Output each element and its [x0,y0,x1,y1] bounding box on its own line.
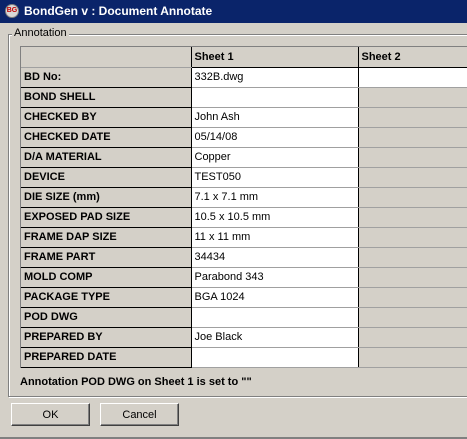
annotation-group-label: Annotation [12,27,69,39]
sheet-2-cell[interactable] [358,227,467,248]
table-row: BOND SHELL [21,87,467,108]
sheet-1-cell[interactable]: 7.1 x 7.1 mm [191,187,359,208]
sheet-2-cell[interactable] [358,87,467,108]
row-header[interactable]: POD DWG [21,307,192,328]
row-header[interactable]: BD No: [21,67,192,88]
row-header[interactable]: FRAME PART [21,247,192,268]
annotation-grid[interactable]: Sheet 1 Sheet 2 BD No: 332B.dwg BOND SHELL… [20,46,467,368]
row-header[interactable]: EXPOSED PAD SIZE [21,207,192,228]
table-row: EXPOSED PAD SIZE 10.5 x 10.5 mm [21,207,467,228]
table-row: PREPARED DATE [21,347,467,368]
row-header[interactable]: DEVICE [21,167,192,188]
row-header[interactable]: PREPARED BY [21,327,192,348]
row-header[interactable]: PACKAGE TYPE [21,287,192,308]
sheet-2-cell[interactable] [358,107,467,128]
title-bar[interactable]: BG BondGen v : Document Annotate [0,0,467,23]
row-header[interactable]: MOLD COMP [21,267,192,288]
sheet-2-cell[interactable] [358,327,467,348]
table-row: BD No: 332B.dwg [21,67,467,88]
sheet-1-cell[interactable]: 10.5 x 10.5 mm [191,207,359,228]
sheet-1-cell[interactable]: Parabond 343 [191,267,359,288]
table-row: PREPARED BY Joe Black [21,327,467,348]
sheet-1-cell[interactable]: Joe Black [191,327,359,348]
sheet-2-cell[interactable] [358,287,467,308]
grid-body: BD No: 332B.dwg BOND SHELL CHECKED BY John A… [21,67,467,368]
status-message: Annotation POD DWG on Sheet 1 is set to … [20,376,252,388]
table-row: FRAME PART 34434 [21,247,467,268]
table-row: MOLD COMP Parabond 343 [21,267,467,288]
table-row: POD DWG [21,307,467,328]
sheet-2-cell[interactable] [358,187,467,208]
annotation-table: Sheet 1 Sheet 2 BD No: 332B.dwg BOND SHELL… [21,47,467,368]
app-logo-icon[interactable]: BG [5,4,19,18]
table-row: DIE SIZE (mm) 7.1 x 7.1 mm [21,187,467,208]
row-header[interactable]: CHECKED BY [21,107,192,128]
sheet-2-cell[interactable] [358,67,467,88]
sheet-1-cell[interactable]: BGA 1024 [191,287,359,308]
row-header[interactable]: DIE SIZE (mm) [21,187,192,208]
sheet-2-cell[interactable] [358,347,467,368]
sheet-2-cell[interactable] [358,167,467,188]
column-header-sheet-1[interactable]: Sheet 1 [191,47,359,68]
window-title: BondGen v : Document Annotate [24,4,213,18]
ok-button[interactable]: OK [11,403,90,426]
sheet-1-cell[interactable]: John Ash [191,107,359,128]
sheet-1-cell[interactable] [191,307,359,328]
sheet-1-cell[interactable]: TEST050 [191,167,359,188]
row-header[interactable]: D/A MATERIAL [21,147,192,168]
cancel-button[interactable]: Cancel [100,403,179,426]
row-header[interactable]: BOND SHELL [21,87,192,108]
grid-corner-cell [21,47,192,68]
sheet-1-cell[interactable] [191,347,359,368]
table-row: CHECKED DATE 05/14/08 [21,127,467,148]
sheet-2-cell[interactable] [358,147,467,168]
table-row: CHECKED BY John Ash [21,107,467,128]
sheet-1-cell[interactable]: 332B.dwg [191,67,359,88]
table-row: D/A MATERIAL Copper [21,147,467,168]
grid-header-row: Sheet 1 Sheet 2 [21,47,467,68]
row-header[interactable]: CHECKED DATE [21,127,192,148]
sheet-1-cell[interactable] [191,87,359,108]
table-row: DEVICE TEST050 [21,167,467,188]
sheet-1-cell[interactable]: 34434 [191,247,359,268]
sheet-2-cell[interactable] [358,267,467,288]
sheet-2-cell[interactable] [358,127,467,148]
table-row: PACKAGE TYPE BGA 1024 [21,287,467,308]
sheet-2-cell[interactable] [358,207,467,228]
sheet-1-cell[interactable]: Copper [191,147,359,168]
row-header[interactable]: FRAME DAP SIZE [21,227,192,248]
sheet-1-cell[interactable]: 11 x 11 mm [191,227,359,248]
sheet-2-cell[interactable] [358,307,467,328]
column-header-sheet-2[interactable]: Sheet 2 [358,47,467,68]
sheet-1-cell[interactable]: 05/14/08 [191,127,359,148]
row-header[interactable]: PREPARED DATE [21,347,192,368]
sheet-2-cell[interactable] [358,247,467,268]
table-row: FRAME DAP SIZE 11 x 11 mm [21,227,467,248]
